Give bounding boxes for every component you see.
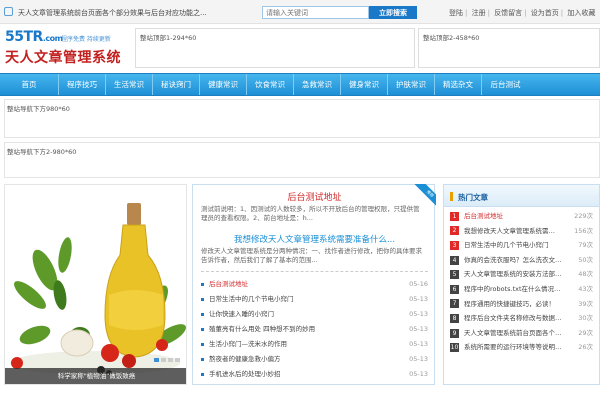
bullet-icon: [201, 342, 204, 346]
ad-top-2[interactable]: 整站顶部2-458*60: [418, 28, 600, 68]
nav-item-health[interactable]: 健康常识: [200, 74, 247, 95]
nav-item-skincare[interactable]: 护肤常识: [388, 74, 435, 95]
latest-article-list: 后台测试地址 05-16 日常生活中的几个节电小窍门 05-13 让你快速入睡的小窍…: [201, 277, 428, 382]
hot-articles-panel: 热门文章 1 后台测试地址 229次 2 我想修改天人文章管理系统需… 156次 3 日常…: [443, 184, 600, 385]
hot-article-list: 1 后台测试地址 229次 2 我想修改天人文章管理系统需… 156次 3 日常生活中的几…: [444, 207, 599, 355]
list-item[interactable]: 生活小窍门—洗米水的作用 05-13: [201, 337, 428, 352]
search-input[interactable]: [262, 6, 369, 19]
nav-item-diet[interactable]: 饮食常识: [247, 74, 294, 95]
main-nav: 首页 程序技巧 生活常识 秘诀窍门 健康常识 饮食常识 急救常识 健身常识 护肤…: [0, 73, 600, 96]
header-marker-icon: [450, 192, 453, 201]
list-item[interactable]: 手机进水后的处理小妙招 05-13: [201, 367, 428, 382]
featured-title-2[interactable]: 我想修改天人文章管理系统需要准备什么...: [193, 233, 434, 245]
set-homepage-link[interactable]: 设为首页: [531, 9, 559, 17]
nav-item-firstaid[interactable]: 急救常识: [294, 74, 341, 95]
list-item[interactable]: 日常生活中的几个节电小窍门 05-13: [201, 292, 428, 307]
top-links: 登陆 | 注册 | 反馈留言 | 设为首页 | 加入收藏: [449, 9, 596, 17]
list-item[interactable]: 9 天人文章管理系统前台页面各个… 29次: [450, 326, 593, 341]
bullet-icon: [201, 327, 204, 331]
divider: [201, 271, 428, 272]
bullet-icon: [201, 297, 204, 301]
bullet-icon: [201, 282, 204, 286]
bullet-icon: [201, 372, 204, 376]
list-item[interactable]: 6 程序中的robots.txt在什么情况… 43次: [450, 282, 593, 297]
logo-domain: 55TR: [5, 29, 43, 45]
add-favorite-link[interactable]: 加入收藏: [567, 9, 595, 17]
hot-articles-title: 热门文章: [458, 193, 488, 202]
list-item[interactable]: 1 后台测试地址 229次: [450, 209, 593, 224]
list-item[interactable]: 8 程序后台文件夹名称修改与数据… 30次: [450, 311, 593, 326]
list-item[interactable]: 让你快速入睡的小窍门 05-13: [201, 307, 428, 322]
slideshow-caption[interactable]: 科学家称"植物油"做饭致癌: [5, 368, 186, 384]
list-item[interactable]: 4 你真的会洗衣服吗？怎么洗衣文… 50次: [450, 253, 593, 268]
featured-slideshow[interactable]: 科学家称"植物油"做饭致癌: [4, 184, 187, 385]
featured-summary-1: 测试前说明：1、因测试的人数较多，所以不开放后台的管理权限，只提供管理员的查看权…: [201, 205, 420, 222]
list-item[interactable]: 2 我想修改天人文章管理系统需… 156次: [450, 224, 593, 239]
list-item[interactable]: 殖董亮有什么用处 四种想不到的妙用 05-13: [201, 322, 428, 337]
nav-item-essays[interactable]: 精选杂文: [435, 74, 482, 95]
list-item[interactable]: 3 日常生活中的几个节电小窍门 79次: [450, 238, 593, 253]
nav-item-fitness[interactable]: 健身常识: [341, 74, 388, 95]
hot-articles-header: 热门文章: [444, 185, 599, 207]
logo-slogan: 程序免费 持续更新: [61, 36, 111, 43]
ad-under-nav-2[interactable]: 整站导航下方2-980*60: [4, 142, 600, 178]
featured-articles: 后台测试地址 测试前说明：1、因测试的人数较多，所以不开放后台的管理权限，只提供…: [192, 184, 435, 385]
nav-item-admin-test[interactable]: 后台测试: [482, 74, 529, 95]
bullet-icon: [201, 312, 204, 316]
slideshow-dots[interactable]: [154, 358, 180, 362]
oil-bottle-image: [5, 185, 186, 384]
ad-top-1[interactable]: 整站顶部1-294*60: [135, 28, 415, 68]
list-item[interactable]: 熬夜者的健康急救小偏方 05-13: [201, 352, 428, 367]
list-item[interactable]: 7 程序通用的快捷键技巧，必读！ 39次: [450, 297, 593, 312]
list-item[interactable]: 5 天人文章管理系统的安装方法部… 48次: [450, 267, 593, 282]
feedback-link[interactable]: 反馈留言: [494, 9, 522, 17]
featured-title-1[interactable]: 后台测试地址: [193, 190, 434, 203]
nav-item-life[interactable]: 生活常识: [106, 74, 153, 95]
register-link[interactable]: 注册: [472, 9, 486, 17]
nav-item-tips[interactable]: 程序技巧: [59, 74, 106, 95]
site-logo[interactable]: 55TR.com 程序免费 持续更新 天人文章管理系统: [5, 29, 135, 67]
announcement-text[interactable]: 天人文章管理系统前台页面各个部分效果与后台对应功能之...: [18, 8, 207, 18]
recommend-ribbon: 推荐: [412, 184, 436, 208]
bullet-icon: [201, 357, 204, 361]
nav-item-tricks[interactable]: 秘诀窍门: [153, 74, 200, 95]
ad-under-nav[interactable]: 整站导航下方980*60: [4, 99, 600, 138]
nav-item-home[interactable]: 首页: [0, 74, 59, 95]
logo-domain-suffix: .com: [42, 34, 63, 43]
search-button[interactable]: 立即搜索: [369, 6, 417, 19]
featured-summary-2: 修改天人文章管理系统是分两种情况：一、找作者进行修改，把你的具体要求告诉作者，然…: [201, 247, 422, 264]
logo-title: 天人文章管理系统: [5, 50, 121, 66]
login-link[interactable]: 登陆: [449, 9, 463, 17]
top-bar: 天人文章管理系统前台页面各个部分效果与后台对应功能之... 立即搜索 登陆| 注…: [0, 0, 600, 24]
home-icon: [4, 7, 13, 16]
list-item[interactable]: 后台测试地址 05-16: [201, 277, 428, 292]
list-item[interactable]: 10 系统所需要的运行环境等等说明… 26次: [450, 340, 593, 355]
